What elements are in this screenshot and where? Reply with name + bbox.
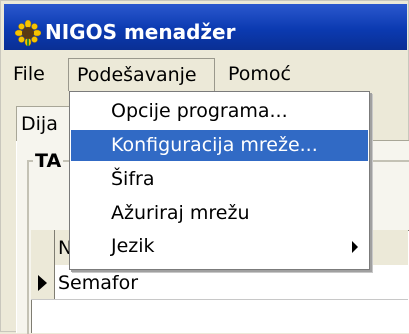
menu-item-label: Ažuriraj mrežu — [111, 202, 250, 224]
menu-podesavanje[interactable]: Podešavanje — [68, 58, 215, 91]
menu-item-konfiguracija-mreze[interactable]: Konfiguracija mreže... — [71, 130, 368, 161]
menu-item-label: Jezik — [111, 235, 155, 257]
menu-item-sifra[interactable]: Šifra — [71, 164, 368, 195]
group-box-label: TA — [33, 149, 64, 173]
tab-dija[interactable]: Dija — [16, 106, 76, 141]
window-title: NIGOS menadžer — [45, 20, 236, 44]
menu-pomoc[interactable]: Pomoć — [228, 58, 291, 91]
submenu-arrow-icon — [352, 241, 358, 253]
sunflower-icon — [15, 20, 41, 46]
menu-item-label: Šifra — [111, 168, 155, 190]
menu-item-azuriraj-mrezu[interactable]: Ažuriraj mrežu — [71, 198, 368, 229]
menu-item-jezik[interactable]: Jezik — [71, 231, 368, 262]
current-row-arrow-icon — [38, 275, 47, 291]
menu-item-label: Konfiguracija mreže... — [111, 134, 318, 156]
menu-file[interactable]: File — [13, 58, 45, 91]
grid-header-indicator — [31, 230, 55, 265]
table-cell[interactable]: Semafor — [58, 270, 138, 296]
podesavanje-dropdown-menu: Opcije programa... Konfiguracija mreže..… — [69, 91, 370, 270]
menu-item-label: Opcije programa... — [111, 100, 288, 122]
menu-item-opcije-programa[interactable]: Opcije programa... — [71, 96, 368, 127]
